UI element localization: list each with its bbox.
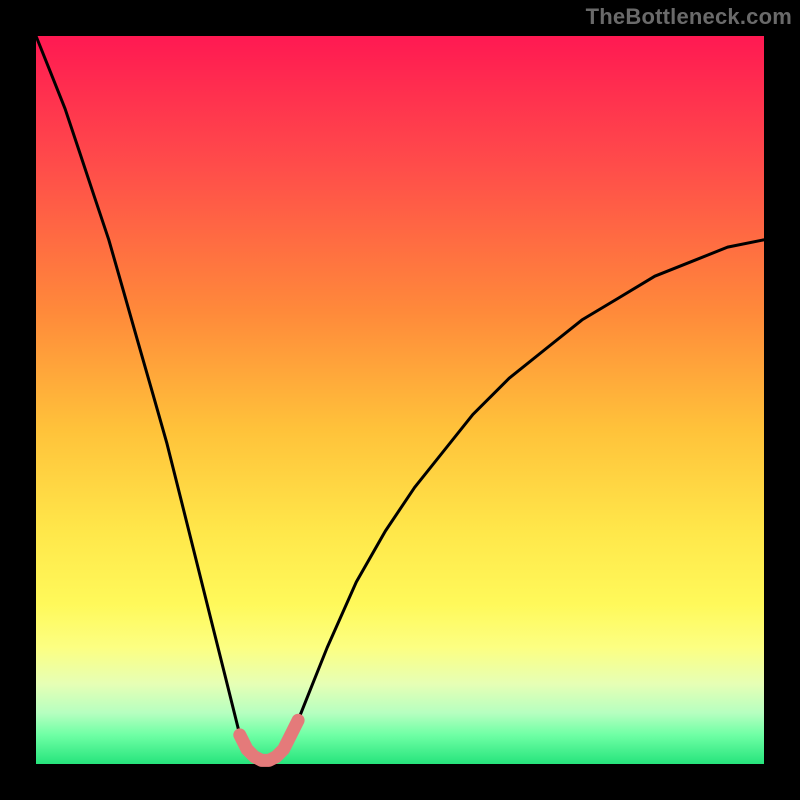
plot-area <box>36 36 764 764</box>
chart-frame: TheBottleneck.com <box>0 0 800 800</box>
watermark-text: TheBottleneck.com <box>586 4 792 30</box>
chart-svg <box>36 36 764 764</box>
red-valley-marker <box>240 720 298 760</box>
black-curve <box>36 36 764 760</box>
